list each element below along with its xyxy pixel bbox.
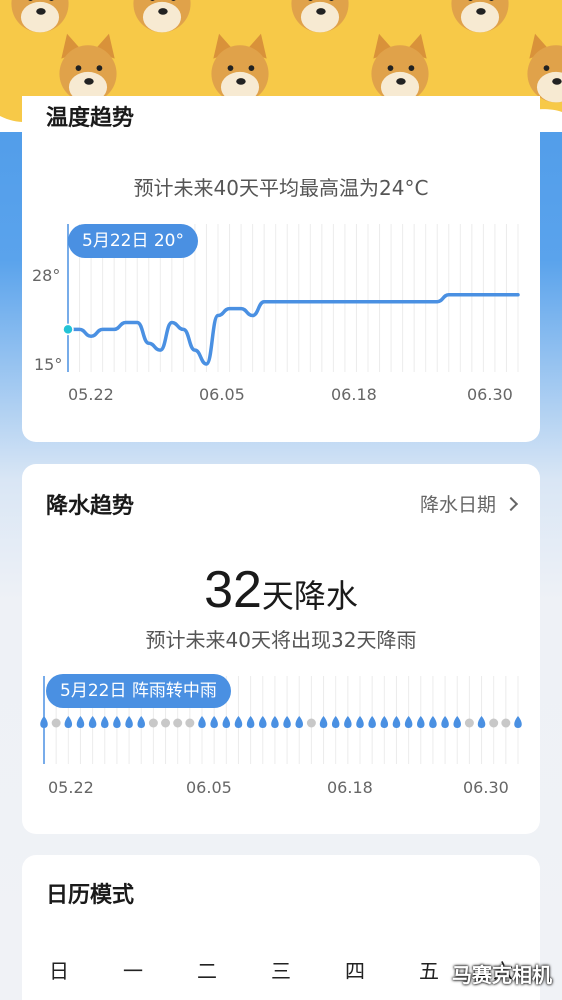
rain-drop-icon-14: [210, 716, 218, 728]
rain-tooltip: 5月22日 阵雨转中雨: [46, 674, 231, 708]
rain-drop-icon-6: [113, 716, 121, 728]
rain-drop-icon-23: [319, 716, 328, 728]
x-label-0618: 06.18: [331, 385, 377, 404]
dry-day-dot-38: [501, 718, 511, 728]
weekday-mon: 一: [123, 959, 143, 983]
temperature-tooltip: 5月22日 20°: [68, 224, 198, 258]
weekday-wed: 三: [271, 959, 291, 983]
dry-day-dot-10: [161, 718, 171, 728]
x-label-0630: 06.30: [467, 385, 513, 404]
rain-drop-icon-3: [76, 716, 85, 728]
dog-sticker-3: [451, 0, 509, 33]
dry-day-dot-1: [51, 718, 61, 728]
rain-drop-icon-17: [246, 716, 255, 728]
rain-drop-icon-8: [137, 716, 145, 728]
dry-day-dot-9: [148, 718, 158, 728]
rain-drop-icon-18: [259, 716, 267, 728]
rain-x-label-0522: 05.22: [48, 778, 94, 797]
rain-drop-icon-7: [125, 716, 133, 728]
dry-day-dot-11: [173, 718, 183, 728]
x-label-0605: 06.05: [199, 385, 245, 404]
weekday-thu: 四: [345, 959, 365, 983]
y-label-15: 15°: [34, 355, 63, 374]
rain-x-label-0630: 06.30: [463, 778, 509, 797]
rain-drop-icon-13: [198, 716, 206, 728]
rain-trend-card: 降水趋势 降水日期 32天降水 预计未来40天将出现32天降雨 5月22日 阵雨…: [22, 464, 540, 834]
rain-drop-icon-34: [453, 716, 461, 728]
rain-drop-icon-16: [234, 716, 243, 728]
rain-drop-icon-30: [404, 716, 413, 728]
temp-series-line: [66, 293, 520, 366]
y-label-28: 28°: [32, 266, 61, 285]
rain-drop-icon-21: [295, 716, 303, 728]
watermark-text: 马赛克相机: [452, 963, 552, 987]
rain-drop-icon-36: [477, 716, 486, 728]
dog-sticker-1: [133, 0, 191, 33]
rain-drop-icon-33: [441, 716, 449, 728]
weekday-sun: 日: [49, 959, 69, 983]
rain-drop-icon-29: [392, 716, 401, 728]
rain-drop-icon-27: [368, 716, 376, 728]
dry-day-dot-35: [464, 718, 474, 728]
rain-x-label-0605: 06.05: [186, 778, 232, 797]
weekday-tue: 二: [197, 959, 217, 983]
temperature-trend-card: 温度趋势 预计未来40天平均最高温为24°C 5月22日 20° 28° 15°…: [22, 96, 540, 442]
rain-drop-icon-26: [356, 716, 364, 728]
rain-drop-icon-31: [417, 716, 425, 728]
calendar-title: 日历模式: [46, 883, 135, 908]
dog-sticker-2: [291, 0, 349, 33]
rain-x-label-0618: 06.18: [327, 778, 373, 797]
rain-drop-icon-24: [331, 716, 340, 728]
dry-day-dot-22: [306, 718, 316, 728]
temp-selected-point: [62, 323, 74, 336]
rain-drop-icon-4: [88, 716, 97, 728]
rain-drop-icon-32: [429, 716, 437, 728]
rain-drop-icon-20: [283, 716, 291, 728]
rain-drop-icon-2: [64, 716, 73, 728]
rain-drop-icon-28: [380, 716, 389, 728]
x-label-0522: 05.22: [68, 385, 114, 404]
rain-drop-icon-25: [344, 716, 352, 728]
rain-drop-icon-5: [101, 716, 109, 728]
rain-drop-icon-15: [222, 716, 231, 728]
rain-drop-icon-0: [40, 716, 48, 728]
rain-drop-icon-19: [271, 716, 279, 728]
rain-drop-icon-39: [514, 716, 522, 728]
dry-day-dot-37: [489, 718, 499, 728]
dry-day-dot-12: [185, 718, 195, 728]
